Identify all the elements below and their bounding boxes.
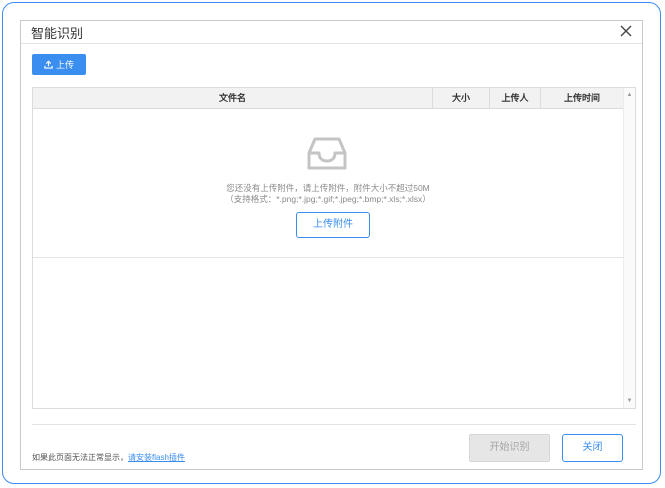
inbox-icon	[306, 135, 348, 178]
smart-recognition-dialog: 智能识别 上传 文件名 大小 上传人 上传时间 您还没有上传附件，请上传附件，附…	[20, 20, 643, 470]
upload-icon	[44, 60, 53, 69]
start-recognition-button[interactable]: 开始识别	[469, 434, 550, 462]
flash-notice-text: 如果此页面无法正常显示，	[32, 453, 128, 462]
empty-message-line2: （支持格式：*.png;*.jpg;*.gif;*.jpeg;*.bmp;*.x…	[225, 194, 431, 204]
close-button[interactable]: 关闭	[562, 434, 623, 462]
empty-state: 您还没有上传附件，请上传附件，附件大小不超过50M （支持格式：*.png;*.…	[33, 109, 623, 258]
upload-attachment-button[interactable]: 上传附件	[296, 212, 370, 238]
scroll-up-arrow-icon[interactable]: ▲	[624, 90, 635, 100]
vertical-scrollbar[interactable]: ▲ ▼	[623, 88, 635, 408]
upload-button[interactable]: 上传	[32, 54, 86, 75]
install-flash-link[interactable]: 请安装flash插件	[128, 453, 185, 462]
file-table: 文件名 大小 上传人 上传时间 您还没有上传附件，请上传附件，附件大小不超过50…	[32, 87, 636, 409]
dialog-title: 智能识别	[31, 26, 84, 41]
upload-button-label: 上传	[55, 60, 74, 70]
column-header-size[interactable]: 大小	[433, 88, 490, 108]
close-icon[interactable]	[618, 23, 634, 39]
footer-divider	[32, 424, 636, 425]
column-header-filename[interactable]: 文件名	[33, 88, 433, 108]
dialog-titlebar: 智能识别	[21, 21, 642, 44]
flash-notice: 如果此页面无法正常显示，请安装flash插件	[32, 452, 185, 463]
empty-message-line1: 您还没有上传附件，请上传附件，附件大小不超过50M	[226, 183, 430, 193]
column-header-uploader[interactable]: 上传人	[490, 88, 541, 108]
column-header-upload-time[interactable]: 上传时间	[541, 88, 623, 108]
scroll-down-arrow-icon[interactable]: ▼	[624, 396, 635, 406]
table-header: 文件名 大小 上传人 上传时间	[33, 88, 623, 109]
